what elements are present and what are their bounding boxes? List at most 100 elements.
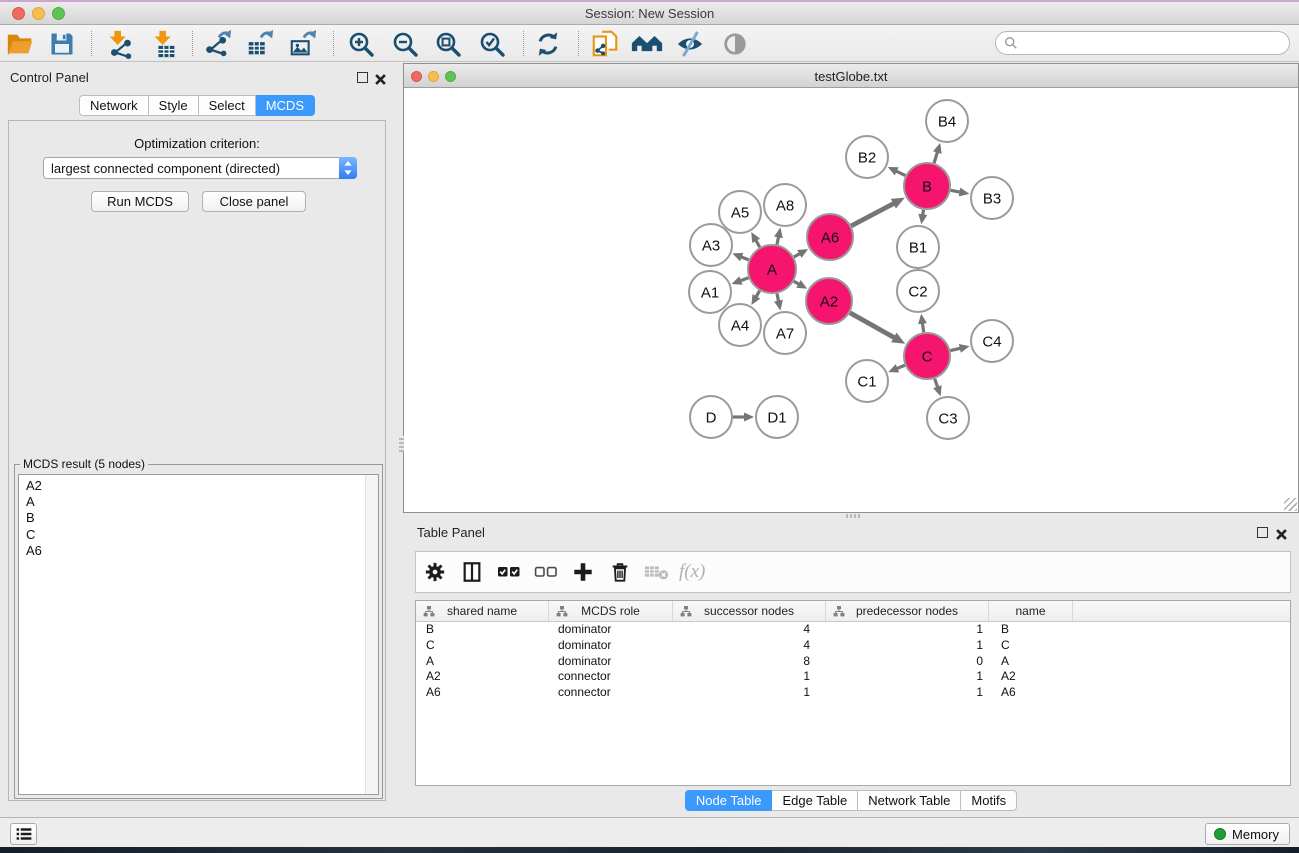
import-table-button[interactable] <box>148 28 182 59</box>
cell-shared-name[interactable]: A <box>416 654 549 670</box>
cell-successor-nodes[interactable]: 1 <box>673 685 826 701</box>
graph-node-A2[interactable]: A2 <box>806 278 852 324</box>
cell-name[interactable]: B <box>989 622 1073 638</box>
graph-edge-A-A1[interactable] <box>732 276 749 284</box>
cell-name[interactable]: A6 <box>989 685 1073 701</box>
zoom-in-button[interactable] <box>344 28 378 59</box>
refresh-layout-button[interactable] <box>531 28 565 59</box>
horizontal-split-handle[interactable] <box>844 514 860 518</box>
cell-predecessor-nodes[interactable]: 0 <box>826 654 989 670</box>
cell-successor-nodes[interactable]: 4 <box>673 638 826 654</box>
column-header-successor-nodes[interactable]: successor nodes <box>673 601 826 621</box>
zoom-out-button[interactable] <box>388 28 422 59</box>
graph-node-A[interactable]: A <box>748 245 796 293</box>
zoom-fit-button[interactable] <box>431 28 465 59</box>
graph-node-C4[interactable]: C4 <box>971 320 1013 362</box>
export-network-button[interactable] <box>201 28 235 59</box>
export-image-button[interactable] <box>286 28 320 59</box>
network-graph[interactable]: B4B2BB3A5A8A6B1A3AC2A1A2A4A7C4CC1C3DD1 <box>404 88 1298 512</box>
cell-shared-name[interactable]: A2 <box>416 669 549 685</box>
cell-shared-name[interactable]: C <box>416 638 549 654</box>
network-window-titlebar[interactable]: testGlobe.txt <box>404 64 1298 88</box>
tab-network[interactable]: Network <box>79 95 149 116</box>
cell-shared-name[interactable]: A6 <box>416 685 549 701</box>
list-item[interactable]: C <box>26 527 378 543</box>
run-mcds-button[interactable]: Run MCDS <box>91 191 189 212</box>
home-button[interactable] <box>630 28 664 59</box>
graph-edge-A6-B[interactable] <box>851 198 905 226</box>
network-canvas[interactable]: B4B2BB3A5A8A6B1A3AC2A1A2A4A7C4CC1C3DD1 <box>404 88 1298 512</box>
tab-edge-table[interactable]: Edge Table <box>772 790 858 811</box>
add-column-button[interactable] <box>564 557 601 587</box>
list-item[interactable]: A6 <box>26 543 378 559</box>
control-panel-close-button[interactable] <box>375 72 386 90</box>
table-panel-close-button[interactable] <box>1276 527 1287 545</box>
hide-graphics-details-button[interactable] <box>673 28 707 59</box>
column-header-mcds-role[interactable]: MCDS role <box>549 601 673 621</box>
list-item[interactable]: A <box>26 494 378 510</box>
cell-name[interactable]: A <box>989 654 1073 670</box>
tab-mcds[interactable]: MCDS <box>256 95 315 116</box>
graph-edge-B-B1[interactable] <box>918 210 927 225</box>
save-session-button[interactable] <box>45 28 79 59</box>
column-header-shared-name[interactable]: shared name <box>416 601 549 621</box>
graph-node-A7[interactable]: A7 <box>764 312 806 354</box>
memory-button[interactable]: Memory <box>1205 823 1290 845</box>
open-session-button[interactable] <box>3 28 37 59</box>
table-panel-float-button[interactable] <box>1257 527 1268 538</box>
column-header-name[interactable]: name <box>989 601 1073 621</box>
criterion-dropdown[interactable]: largest connected component (directed) <box>43 157 357 179</box>
graph-edge-C-C1[interactable] <box>888 364 905 372</box>
graph-node-C[interactable]: C <box>904 333 950 379</box>
tab-network-table[interactable]: Network Table <box>858 790 961 811</box>
graph-node-B2[interactable]: B2 <box>846 136 888 178</box>
cell-predecessor-nodes[interactable]: 1 <box>826 638 989 654</box>
cell-shared-name[interactable]: B <box>416 622 549 638</box>
graph-node-C1[interactable]: C1 <box>846 360 888 402</box>
graph-node-C3[interactable]: C3 <box>927 397 969 439</box>
graph-node-A1[interactable]: A1 <box>689 271 731 313</box>
search-field[interactable] <box>995 31 1290 55</box>
select-all-columns-button[interactable] <box>490 557 527 587</box>
cell-name[interactable]: A2 <box>989 669 1073 685</box>
graph-edge-D-D1[interactable] <box>733 413 754 422</box>
graph-edge-B-B4[interactable] <box>933 143 942 163</box>
graph-node-A6[interactable]: A6 <box>807 214 853 260</box>
mcds-result-list[interactable]: A2ABCA6 <box>18 474 379 795</box>
graph-node-B4[interactable]: B4 <box>926 100 968 142</box>
cell-mcds-role[interactable]: dominator <box>549 638 673 654</box>
cell-mcds-role[interactable]: dominator <box>549 654 673 670</box>
column-layout-button[interactable] <box>453 557 490 587</box>
control-panel-float-button[interactable] <box>357 72 368 83</box>
close-panel-button[interactable]: Close panel <box>202 191 306 212</box>
graph-edge-A-A7[interactable] <box>774 293 783 310</box>
list-item[interactable]: B <box>26 510 378 526</box>
graph-edge-C-C4[interactable] <box>950 344 969 353</box>
tab-select[interactable]: Select <box>199 95 256 116</box>
search-input[interactable] <box>1018 34 1289 52</box>
graph-edge-C-C3[interactable] <box>933 379 942 396</box>
graph-node-B[interactable]: B <box>904 163 950 209</box>
graph-edge-A-A4[interactable] <box>751 291 760 305</box>
graph-node-D1[interactable]: D1 <box>756 396 798 438</box>
graph-edge-A-A8[interactable] <box>774 228 783 245</box>
table-settings-button[interactable] <box>416 557 453 587</box>
graph-node-A8[interactable]: A8 <box>764 184 806 226</box>
cell-successor-nodes[interactable]: 8 <box>673 654 826 670</box>
cell-predecessor-nodes[interactable]: 1 <box>826 685 989 701</box>
graph-node-A4[interactable]: A4 <box>719 304 761 346</box>
graph-edge-A-A6[interactable] <box>794 249 808 258</box>
column-header-predecessor-nodes[interactable]: predecessor nodes <box>826 601 989 621</box>
cell-mcds-role[interactable]: dominator <box>549 622 673 638</box>
delete-table-button[interactable] <box>638 557 675 587</box>
graph-node-D[interactable]: D <box>690 396 732 438</box>
cell-successor-nodes[interactable]: 4 <box>673 622 826 638</box>
tab-motifs[interactable]: Motifs <box>961 790 1017 811</box>
delete-column-button[interactable] <box>601 557 638 587</box>
graph-edge-B-B2[interactable] <box>888 167 906 176</box>
graph-edge-A-A3[interactable] <box>732 253 748 261</box>
cell-mcds-role[interactable]: connector <box>549 685 673 701</box>
cell-mcds-role[interactable]: connector <box>549 669 673 685</box>
export-table-button[interactable] <box>243 28 277 59</box>
clone-network-button[interactable] <box>588 28 622 59</box>
